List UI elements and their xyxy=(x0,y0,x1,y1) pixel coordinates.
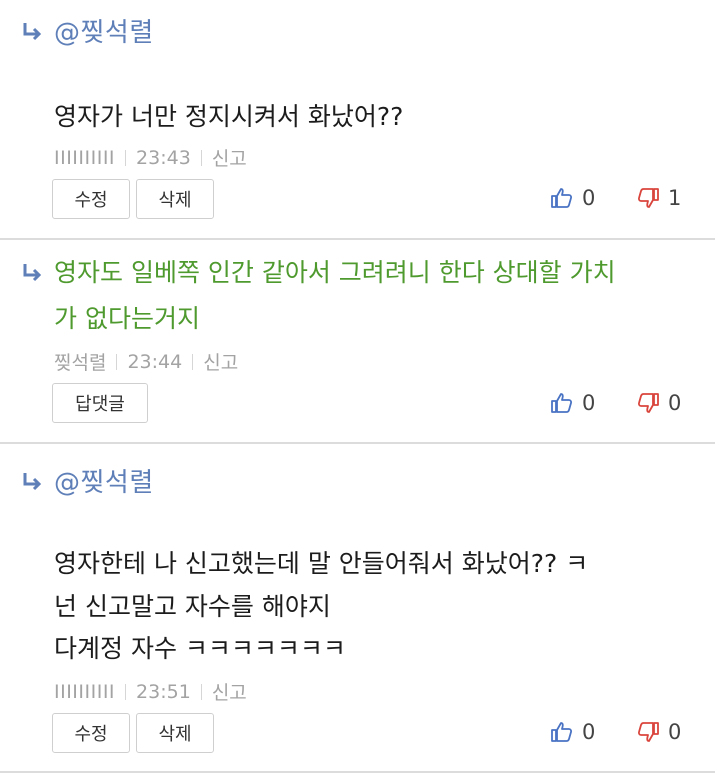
thumbs-down-icon xyxy=(637,722,659,742)
like-button[interactable]: 0 xyxy=(550,391,595,415)
comment-body: 영자가 너만 정지시켜서 화났어?? xyxy=(54,102,404,131)
reply-arrow-icon xyxy=(23,264,42,282)
dislike-count: 0 xyxy=(668,391,682,415)
report-link[interactable]: 신고 xyxy=(212,678,247,705)
reply-arrow-icon xyxy=(23,472,42,490)
author-name: IIIIIIIIII xyxy=(54,680,116,703)
delete-button[interactable]: 삭제 xyxy=(136,179,214,219)
divider xyxy=(192,353,194,370)
divider xyxy=(116,353,118,370)
like-button[interactable]: 0 xyxy=(550,186,595,210)
thumbs-up-icon xyxy=(551,188,573,208)
dislike-button[interactable]: 0 xyxy=(636,391,681,415)
comment-body-line-2: 가 없다는거지 xyxy=(54,304,200,333)
thumbs-down-icon xyxy=(637,188,659,208)
divider xyxy=(200,683,202,700)
comment-meta: IIIIIIIIII 23:43 신고 xyxy=(54,144,247,171)
comment-body-line-1: 영자도 일베쪽 인간 같아서 그려려니 한다 상대할 가치 xyxy=(54,258,616,287)
comment-body-line-2: 넌 신고말고 자수를 해야지 xyxy=(54,592,331,621)
report-link[interactable]: 신고 xyxy=(212,144,247,171)
thumbs-up-icon xyxy=(551,393,573,413)
edit-button[interactable]: 수정 xyxy=(52,179,130,219)
edit-button[interactable]: 수정 xyxy=(52,713,130,753)
comment-3-mention-row: @찢석렬 xyxy=(22,462,154,499)
divider xyxy=(200,149,202,166)
comment-1-mention-row: @찢석렬 xyxy=(22,12,154,49)
reply-button[interactable]: 답댓글 xyxy=(52,383,148,423)
comment-separator xyxy=(0,771,715,773)
timestamp: 23:43 xyxy=(136,146,191,169)
report-link[interactable]: 신고 xyxy=(203,348,238,375)
comment-separator xyxy=(0,442,715,444)
dislike-count: 0 xyxy=(668,720,682,744)
dislike-count: 1 xyxy=(668,186,682,210)
like-button[interactable]: 0 xyxy=(550,720,595,744)
comment-body-line-3: 다계정 자수 ㅋㅋㅋㅋㅋㅋㅋ xyxy=(54,634,346,663)
mention-link[interactable]: @찢석렬 xyxy=(54,462,154,499)
like-count: 0 xyxy=(582,186,596,210)
thumbs-down-icon xyxy=(637,393,659,413)
divider xyxy=(125,683,127,700)
timestamp: 23:51 xyxy=(136,680,191,703)
divider xyxy=(125,149,127,166)
comment-meta: IIIIIIIIII 23:51 신고 xyxy=(54,678,247,705)
like-count: 0 xyxy=(582,720,596,744)
author-name: IIIIIIIIII xyxy=(54,146,116,169)
delete-button[interactable]: 삭제 xyxy=(136,713,214,753)
reply-arrow-icon xyxy=(23,22,42,40)
thumbs-up-icon xyxy=(551,722,573,742)
comment-meta: 찢석렬 23:44 신고 xyxy=(54,348,238,375)
dislike-button[interactable]: 1 xyxy=(636,186,681,210)
comment-separator xyxy=(0,238,715,240)
mention-link[interactable]: @찢석렬 xyxy=(54,12,154,49)
like-count: 0 xyxy=(582,391,596,415)
comment-body-line-1: 영자한테 나 신고했는데 말 안들어줘서 화났어?? ㅋ xyxy=(54,549,589,578)
dislike-button[interactable]: 0 xyxy=(636,720,681,744)
author-name[interactable]: 찢석렬 xyxy=(54,348,106,375)
timestamp: 23:44 xyxy=(127,350,183,373)
